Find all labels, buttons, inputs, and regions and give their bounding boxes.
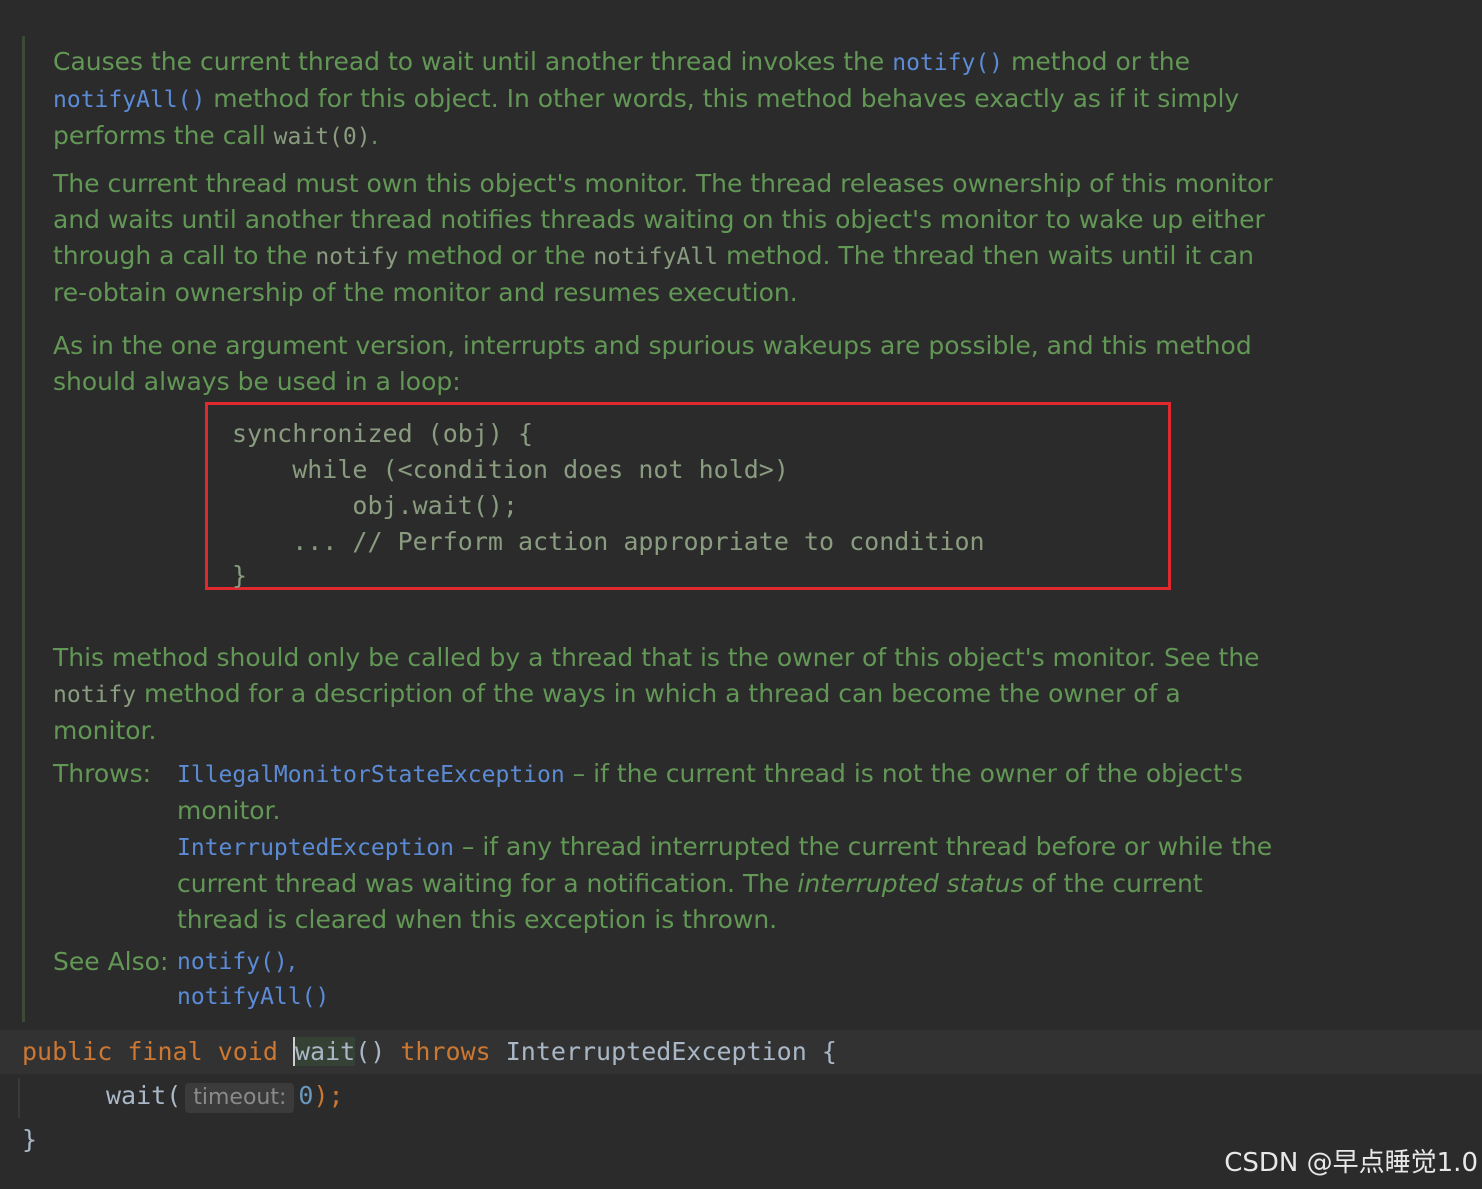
text: thread is cleared when this exception is… bbox=[177, 905, 778, 934]
code-line: synchronized (obj) { bbox=[232, 419, 534, 448]
text: This method should only be called by a t… bbox=[53, 643, 1260, 672]
doc-paragraph-4: This method should only be called by a t… bbox=[53, 640, 1260, 749]
text: method or the bbox=[398, 241, 594, 270]
throws-list: IllegalMonitorStateException – if the cu… bbox=[177, 756, 1297, 938]
text: The current thread must own this object'… bbox=[53, 169, 1273, 198]
notify-link[interactable]: notify() bbox=[892, 50, 1003, 76]
see-also-label: See Also: bbox=[53, 947, 169, 976]
doc-paragraph-1: Causes the current thread to wait until … bbox=[53, 44, 1239, 155]
inline-code: notifyAll bbox=[593, 244, 719, 270]
code-example-highlight-box: synchronized (obj) { while (<condition d… bbox=[205, 402, 1171, 590]
inline-code: notify bbox=[315, 244, 399, 270]
watermark: CSDN @早点睡觉1.0 bbox=[1224, 1148, 1478, 1178]
throws-label: Throws: bbox=[53, 759, 152, 788]
brace: { bbox=[821, 1037, 837, 1066]
javadoc-panel: Causes the current thread to wait until … bbox=[22, 36, 1482, 1022]
text: of the current bbox=[1023, 869, 1203, 898]
method-call: wait( bbox=[106, 1081, 182, 1110]
code-line: } bbox=[232, 561, 248, 590]
keyword: public bbox=[22, 1037, 113, 1066]
doc-paragraph-3: As in the one argument version, interrup… bbox=[53, 328, 1252, 400]
brace: } bbox=[22, 1125, 38, 1154]
doc-paragraph-2: The current thread must own this object'… bbox=[53, 166, 1273, 311]
keyword: throws bbox=[400, 1037, 491, 1066]
text: monitor. bbox=[53, 716, 157, 745]
code-line: while (<condition does not hold>) bbox=[232, 455, 789, 484]
see-also-notifyall-link[interactable]: notifyAll() bbox=[177, 984, 329, 1010]
text: method for a description of the ways in … bbox=[136, 679, 1181, 708]
text: . bbox=[370, 121, 379, 150]
source-line-signature[interactable]: public final void wait() throws Interrup… bbox=[0, 1030, 1482, 1074]
number-literal: 0 bbox=[298, 1081, 314, 1110]
code-line: ... // Perform action appropriate to con… bbox=[232, 527, 985, 556]
text: Causes the current thread to wait until … bbox=[53, 47, 893, 76]
inline-code: notify bbox=[53, 682, 137, 708]
text: re-obtain ownership of the monitor and r… bbox=[53, 278, 798, 307]
text: monitor. bbox=[177, 796, 281, 825]
text: – if the current thread is not the owner… bbox=[564, 759, 1243, 788]
interrupted-exception-link[interactable]: InterruptedException bbox=[177, 835, 454, 861]
keyword: final bbox=[127, 1037, 203, 1066]
code-line: obj.wait(); bbox=[232, 491, 518, 520]
text: and waits until another thread notifies … bbox=[53, 205, 1265, 234]
inline-code: wait(0) bbox=[273, 124, 371, 150]
see-also-list: notify(), notifyAll() bbox=[177, 944, 1297, 1014]
text: through a call to the bbox=[53, 241, 316, 270]
separator: , bbox=[287, 946, 296, 975]
keyword: void bbox=[217, 1037, 278, 1066]
source-line-body[interactable]: wait(timeout: 0); bbox=[18, 1078, 1482, 1118]
text: performs the call bbox=[53, 121, 274, 150]
italic-text: interrupted status bbox=[797, 869, 1024, 898]
text: should always be used in a loop: bbox=[53, 367, 461, 396]
notifyall-link[interactable]: notifyAll() bbox=[53, 87, 205, 113]
call-end: ); bbox=[313, 1081, 344, 1110]
text: method or the bbox=[1003, 47, 1191, 76]
text: method. The thread then waits until it c… bbox=[718, 241, 1254, 270]
text: current thread was waiting for a notific… bbox=[177, 869, 798, 898]
text: method for this object. In other words, … bbox=[205, 84, 1240, 113]
method-name-highlight[interactable]: wait bbox=[292, 1037, 356, 1066]
text: As in the one argument version, interrup… bbox=[53, 331, 1252, 360]
text: – if any thread interrupted the current … bbox=[453, 832, 1273, 861]
see-also-notify-link[interactable]: notify() bbox=[177, 949, 288, 975]
illegal-monitor-state-exception-link[interactable]: IllegalMonitorStateException bbox=[177, 762, 565, 788]
parens: () bbox=[355, 1037, 386, 1066]
exception-type[interactable]: InterruptedException bbox=[506, 1037, 807, 1066]
parameter-hint: timeout: bbox=[185, 1083, 295, 1113]
